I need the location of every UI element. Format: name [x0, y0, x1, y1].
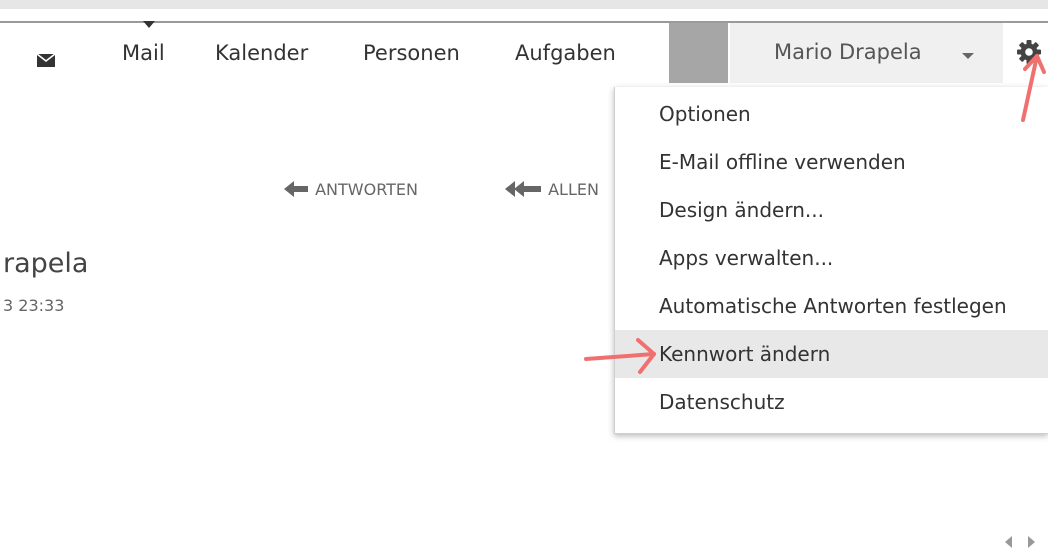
- message-timestamp: 3 23:33: [3, 296, 65, 315]
- menu-item-offline[interactable]: E-Mail offline verwenden: [615, 138, 1048, 186]
- nav-gray-block: [669, 23, 728, 83]
- chevron-down-icon: [962, 53, 974, 59]
- annotation-arrow-icon: [584, 338, 656, 374]
- pager-arrows-icon[interactable]: [1003, 535, 1043, 549]
- reply-all-button[interactable]: ALLEN: [505, 180, 599, 199]
- settings-dropdown: Optionen E-Mail offline verwenden Design…: [614, 87, 1048, 434]
- user-name[interactable]: Mario Drapela: [774, 40, 922, 64]
- menu-item-auto-replies[interactable]: Automatische Antworten festlegen: [615, 282, 1048, 330]
- nav-item-kalender[interactable]: Kalender: [215, 41, 308, 65]
- arrow-left-icon: [284, 181, 308, 197]
- menu-item-design[interactable]: Design ändern...: [615, 186, 1048, 234]
- annotation-arrow-icon: [1021, 54, 1046, 122]
- menu-item-apps[interactable]: Apps verwalten...: [615, 234, 1048, 282]
- active-tab-marker: [143, 21, 155, 28]
- reply-all-label: ALLEN: [548, 180, 599, 199]
- user-menu[interactable]: Mario Drapela: [730, 23, 1003, 83]
- double-arrow-left-icon: [505, 181, 541, 197]
- nav-item-aufgaben[interactable]: Aufgaben: [515, 41, 616, 65]
- menu-item-privacy[interactable]: Datenschutz: [615, 378, 1048, 426]
- reply-button[interactable]: ANTWORTEN: [284, 180, 418, 199]
- envelope-icon[interactable]: [37, 54, 55, 67]
- menu-item-change-password[interactable]: Kennwort ändern: [615, 330, 1048, 378]
- top-strip: [0, 0, 1048, 9]
- nav-item-mail[interactable]: Mail: [122, 41, 165, 65]
- top-navbar: Mail Kalender Personen Aufgaben Mario Dr…: [0, 21, 1048, 87]
- reply-label: ANTWORTEN: [315, 180, 418, 199]
- nav-item-personen[interactable]: Personen: [363, 41, 460, 65]
- message-sender: rapela: [3, 248, 89, 279]
- menu-item-optionen[interactable]: Optionen: [615, 90, 1048, 138]
